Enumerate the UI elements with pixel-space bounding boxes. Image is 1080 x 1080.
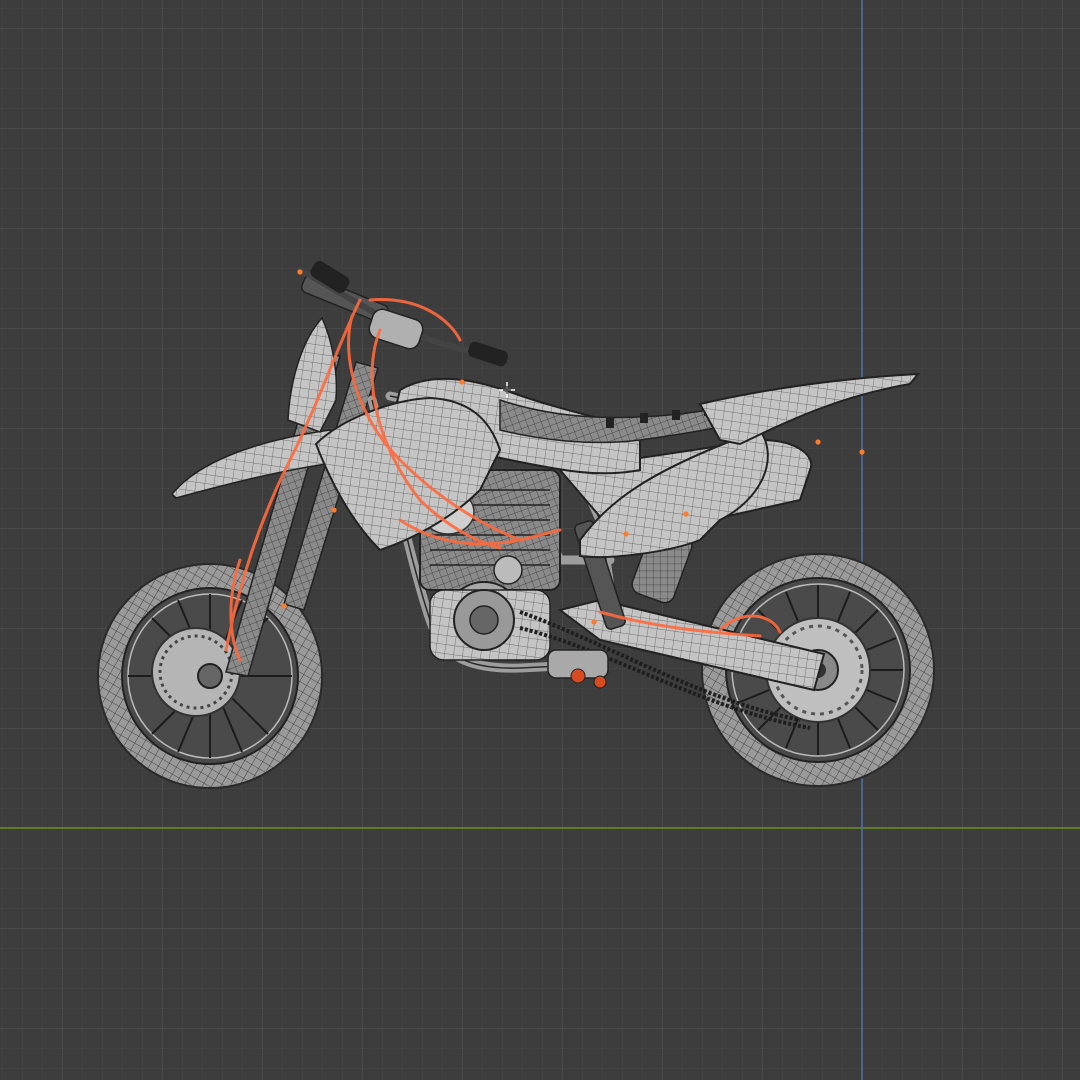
footpeg bbox=[547, 649, 609, 689]
3d-viewport[interactable] bbox=[0, 0, 1080, 1080]
front-fender bbox=[170, 429, 341, 499]
tail-fender bbox=[698, 372, 921, 446]
3d-cursor-icon[interactable] bbox=[499, 382, 515, 398]
motorcycle-mesh[interactable] bbox=[0, 0, 1080, 1080]
